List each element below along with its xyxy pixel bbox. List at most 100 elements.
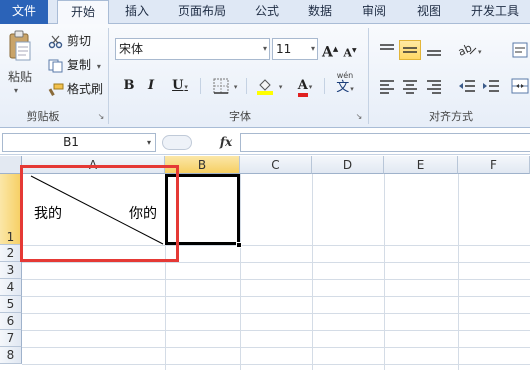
font-launcher-icon[interactable]: ↘ [354, 112, 364, 122]
align-left-icon [380, 80, 394, 94]
select-all-corner[interactable] [0, 156, 22, 174]
font-divider [324, 78, 325, 94]
name-box[interactable]: B1 ▾ [2, 133, 156, 152]
column-header-c[interactable]: C [240, 156, 312, 174]
decrease-indent-icon [459, 80, 475, 92]
align-top-icon [380, 44, 394, 50]
tab-review[interactable]: 审阅 [350, 0, 398, 24]
name-box-value: B1 [63, 135, 79, 149]
font-name-dropdown-icon[interactable]: ▾ [263, 39, 267, 59]
alignment-group-label: 对齐方式 [429, 110, 473, 123]
wrap-text-button[interactable] [510, 40, 530, 60]
cut-button[interactable]: 剪切 [48, 32, 91, 50]
tab-file[interactable]: 文件 [0, 0, 48, 24]
tab-page-layout[interactable]: 页面布局 [166, 0, 238, 24]
tab-data[interactable]: 数据 [296, 0, 344, 24]
tab-developer[interactable]: 开发工具 [460, 0, 530, 24]
row-header-5[interactable]: 5 [0, 296, 22, 313]
font-size-select[interactable]: 11 ▾ [272, 38, 318, 60]
row-header-2[interactable]: 2 [0, 245, 22, 262]
formula-bar-splitter[interactable] [162, 135, 192, 150]
gridline [22, 330, 530, 331]
font-color-glyph: A [297, 78, 308, 97]
fill-color-dropdown-icon[interactable]: ▾ [279, 83, 283, 91]
increase-indent-button[interactable] [480, 76, 502, 96]
font-group-label: 字体 [229, 110, 251, 123]
underline-label: U [172, 78, 184, 93]
font-name-value: 宋体 [119, 42, 144, 56]
format-painter-label: 格式刷 [67, 82, 104, 96]
ribbon: 粘贴 ▾ 剪切 复制 ▾ 格式刷 剪贴板 ↘ 宋体 ▾ 11 ▾ A▲ A▼ B… [0, 24, 530, 128]
grow-font-label: A [322, 44, 333, 61]
copy-icon [48, 59, 64, 73]
scissors-icon [48, 35, 64, 49]
tab-formulas[interactable]: 公式 [244, 0, 290, 24]
font-divider [200, 78, 201, 94]
name-box-dropdown-icon[interactable]: ▾ [147, 134, 151, 151]
row-header-1[interactable]: 1 [0, 174, 22, 245]
align-top-button[interactable] [376, 40, 398, 60]
align-right-button[interactable] [423, 76, 445, 96]
row-header-8[interactable]: 8 [0, 347, 22, 364]
format-painter-button[interactable]: 格式刷 [48, 80, 103, 98]
fill-color-button[interactable]: ▾ [252, 76, 286, 96]
align-center-button[interactable] [399, 76, 421, 96]
bold-button[interactable]: B [120, 76, 138, 96]
shrink-font-button[interactable]: A▼ [343, 41, 357, 61]
phonetic-dropdown-icon[interactable]: ▾ [350, 85, 354, 93]
gridline [22, 313, 530, 314]
phonetic-guide-button[interactable]: wén 文▾ [330, 70, 360, 100]
ribbon-tab-bar: 文件 开始 插入 页面布局 公式 数据 审阅 视图 开发工具 [0, 0, 530, 25]
tab-home[interactable]: 开始 [57, 0, 109, 25]
align-bottom-icon [427, 50, 441, 56]
fill-handle[interactable] [236, 242, 242, 248]
formula-input[interactable] [240, 133, 530, 152]
tab-view[interactable]: 视图 [406, 0, 452, 24]
underline-button[interactable]: U▾ [166, 76, 194, 96]
align-left-button[interactable] [376, 76, 398, 96]
borders-dropdown-icon[interactable]: ▾ [234, 83, 238, 91]
row-header-6[interactable]: 6 [0, 313, 22, 330]
row-header-3[interactable]: 3 [0, 262, 22, 279]
clipboard-launcher-icon[interactable]: ↘ [96, 112, 106, 122]
italic-button[interactable]: I [142, 76, 160, 96]
column-header-f[interactable]: F [458, 156, 530, 174]
align-bottom-button[interactable] [423, 40, 445, 60]
increase-indent-icon [483, 80, 499, 92]
grow-font-button[interactable]: A▲ [322, 39, 338, 61]
copy-dropdown-icon[interactable]: ▾ [97, 62, 101, 71]
insert-function-button[interactable]: fx [215, 134, 237, 151]
gridline [458, 174, 459, 370]
row-header-7[interactable]: 7 [0, 330, 22, 347]
row-header-4[interactable]: 4 [0, 279, 22, 296]
font-name-select[interactable]: 宋体 ▾ [115, 38, 270, 60]
clipboard-group-label: 剪贴板 [26, 110, 60, 123]
paste-icon[interactable] [8, 30, 32, 66]
worksheet-grid: A B C D E F 1 2 3 4 5 6 7 8 我的 你的 [0, 156, 530, 370]
column-header-e[interactable]: E [384, 156, 458, 174]
copy-label: 复制 [67, 58, 92, 72]
font-color-button[interactable]: A▾ [290, 76, 320, 97]
group-divider [368, 28, 369, 124]
orientation-button[interactable]: ab ▾ [456, 40, 486, 60]
fill-bucket-icon [256, 78, 278, 95]
merge-center-button[interactable] [510, 76, 530, 96]
group-divider [108, 28, 109, 124]
wrap-text-icon [512, 42, 528, 58]
decrease-indent-button[interactable] [456, 76, 478, 96]
svg-text:ab: ab [456, 41, 474, 59]
align-center-icon [403, 80, 417, 94]
tab-insert[interactable]: 插入 [114, 0, 160, 24]
font-size-value: 11 [276, 42, 292, 56]
font-size-dropdown-icon[interactable]: ▾ [311, 39, 315, 59]
copy-button[interactable]: 复制 ▾ [48, 56, 101, 74]
paste-dropdown-icon[interactable]: ▾ [14, 86, 18, 95]
font-color-dropdown-icon[interactable]: ▾ [309, 82, 313, 91]
borders-button[interactable]: ▾ [208, 76, 242, 96]
column-header-d[interactable]: D [312, 156, 384, 174]
paste-button[interactable]: 粘贴 [4, 68, 36, 85]
underline-dropdown-icon[interactable]: ▾ [184, 82, 188, 91]
align-middle-icon [403, 47, 417, 53]
gridline [22, 262, 530, 263]
align-middle-button[interactable] [399, 40, 421, 60]
